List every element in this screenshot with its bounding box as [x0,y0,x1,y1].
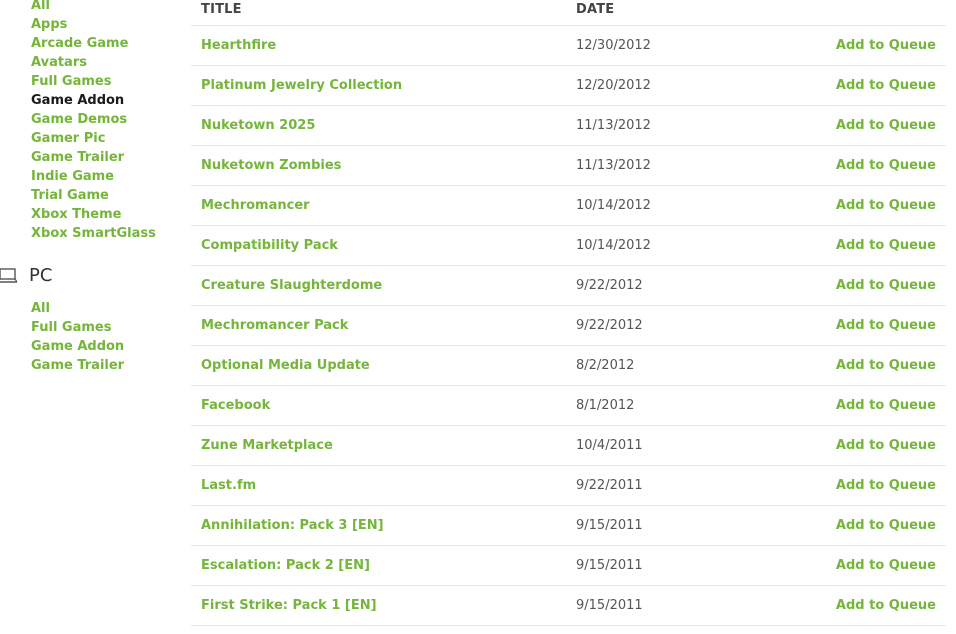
pc-sidebar-item-game-trailer[interactable]: Game Trailer [31,356,124,375]
add-to-queue-link[interactable]: Add to Queue [836,266,936,306]
item-title-link[interactable]: Platinum Jewelry Collection [201,66,402,106]
item-title-link[interactable]: Nuketown Zombies [201,146,341,186]
table-body: Hearthfire 12/30/2012 Add to Queue Platinum… [191,26,946,626]
add-to-queue-link[interactable]: Add to Queue [836,106,936,146]
item-date: 12/20/2012 [576,78,651,93]
add-to-queue-link[interactable]: Add to Queue [836,506,936,546]
item-date: 8/2/2012 [576,358,635,373]
pc-sidebar-item-all[interactable]: All [31,299,124,318]
item-title-link[interactable]: Escalation: Pack 2 [EN] [201,546,370,586]
item-title-link[interactable]: Creature Slaughterdome [201,266,382,306]
item-title-link[interactable]: Compatibility Pack [201,226,338,266]
add-to-queue-link[interactable]: Add to Queue [836,26,936,66]
sidebar-item-full-games[interactable]: Full Games [31,72,156,91]
laptop-icon [0,264,20,288]
table-row: Nuketown 2025 11/13/2012 Add to Queue [191,106,946,146]
pc-section-label: PC [29,265,53,286]
category-sidebar: All Apps Arcade Game Avatars Full Games Game … [0,0,180,634]
pc-sidebar-item-full-games[interactable]: Full Games [31,318,124,337]
sidebar-item-avatars[interactable]: Avatars [31,53,156,72]
add-to-queue-link[interactable]: Add to Queue [836,466,936,506]
table-row: Nuketown Zombies 11/13/2012 Add to Queue [191,146,946,186]
add-to-queue-link[interactable]: Add to Queue [836,186,936,226]
item-date: 9/22/2012 [576,278,643,293]
item-date: 12/30/2012 [576,38,651,53]
item-date: 10/14/2012 [576,198,651,213]
date-column-header[interactable]: DATE [576,2,614,17]
sidebar-item-arcade-game[interactable]: Arcade Game [31,34,156,53]
addon-table: TITLE DATE Hearthfire 12/30/2012 Add to Qu… [191,0,946,626]
item-title-link[interactable]: Hearthfire [201,26,276,66]
table-row: Mechromancer Pack 9/22/2012 Add to Queue [191,306,946,346]
add-to-queue-link[interactable]: Add to Queue [836,346,936,386]
table-row: Mechromancer 10/14/2012 Add to Queue [191,186,946,226]
sidebar-item-xbox-theme[interactable]: Xbox Theme [31,205,156,224]
add-to-queue-link[interactable]: Add to Queue [836,66,936,106]
add-to-queue-link[interactable]: Add to Queue [836,546,936,586]
table-header: TITLE DATE [191,0,946,26]
add-to-queue-link[interactable]: Add to Queue [836,146,936,186]
item-title-link[interactable]: First Strike: Pack 1 [EN] [201,586,377,626]
sidebar-item-all[interactable]: All [31,0,156,15]
sidebar-item-xbox-smartglass[interactable]: Xbox SmartGlass [31,224,156,243]
table-row: Hearthfire 12/30/2012 Add to Queue [191,26,946,66]
item-date: 10/4/2011 [576,438,643,453]
item-date: 9/15/2011 [576,558,643,573]
table-row: Optional Media Update 8/2/2012 Add to Queu… [191,346,946,386]
add-to-queue-link[interactable]: Add to Queue [836,226,936,266]
sidebar-item-game-trailer[interactable]: Game Trailer [31,148,156,167]
item-title-link[interactable]: Mechromancer Pack [201,306,348,346]
table-row: First Strike: Pack 1 [EN] 9/15/2011 Add to… [191,586,946,626]
item-date: 10/14/2012 [576,238,651,253]
pc-category-list: All Full Games Game Addon Game Trailer [31,299,124,375]
item-title-link[interactable]: Optional Media Update [201,346,370,386]
item-date: 9/15/2011 [576,518,643,533]
marketplace-page: All Apps Arcade Game Avatars Full Games Game … [0,0,956,634]
table-row: Platinum Jewelry Collection 12/20/2012 Add… [191,66,946,106]
item-title-link[interactable]: Zune Marketplace [201,426,333,466]
item-title-link[interactable]: Nuketown 2025 [201,106,315,146]
table-row: Facebook 8/1/2012 Add to Queue [191,386,946,426]
item-title-link[interactable]: Facebook [201,386,270,426]
pc-section-header: PC [0,264,52,288]
add-to-queue-link[interactable]: Add to Queue [836,306,936,346]
xbox-category-list: All Apps Arcade Game Avatars Full Games Game … [31,0,156,243]
item-date: 9/22/2011 [576,478,643,493]
table-row: Last.fm 9/22/2011 Add to Queue [191,466,946,506]
table-row: Annihilation: Pack 3 [EN] 9/15/2011 Add to… [191,506,946,546]
sidebar-item-gamer-pic[interactable]: Gamer Pic [31,129,156,148]
item-date: 11/13/2012 [576,118,651,133]
item-date: 9/22/2012 [576,318,643,333]
add-to-queue-link[interactable]: Add to Queue [836,586,936,626]
item-title-link[interactable]: Annihilation: Pack 3 [EN] [201,506,384,546]
item-title-link[interactable]: Last.fm [201,466,256,506]
table-row: Zune Marketplace 10/4/2011 Add to Queue [191,426,946,466]
table-row: Escalation: Pack 2 [EN] 9/15/2011 Add to Q… [191,546,946,586]
pc-sidebar-item-game-addon[interactable]: Game Addon [31,337,124,356]
table-row: Creature Slaughterdome 9/22/2012 Add to Qu… [191,266,946,306]
add-to-queue-link[interactable]: Add to Queue [836,426,936,466]
sidebar-item-indie-game[interactable]: Indie Game [31,167,156,186]
sidebar-item-trial-game[interactable]: Trial Game [31,186,156,205]
item-date: 11/13/2012 [576,158,651,173]
item-date: 9/15/2011 [576,598,643,613]
title-column-header[interactable]: TITLE [201,2,242,17]
sidebar-item-game-addon[interactable]: Game Addon [31,91,156,110]
sidebar-item-game-demos[interactable]: Game Demos [31,110,156,129]
add-to-queue-link[interactable]: Add to Queue [836,386,936,426]
item-date: 8/1/2012 [576,398,635,413]
sidebar-item-apps[interactable]: Apps [31,15,156,34]
item-title-link[interactable]: Mechromancer [201,186,310,226]
table-row: Compatibility Pack 10/14/2012 Add to Queue [191,226,946,266]
